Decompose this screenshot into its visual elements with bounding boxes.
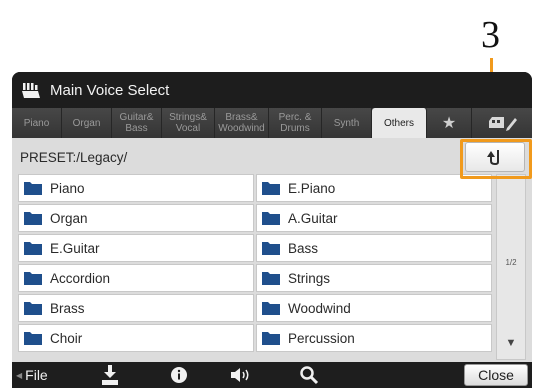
current-path: PRESET:/Legacy/ bbox=[20, 149, 128, 165]
info-icon bbox=[171, 367, 187, 383]
folder-label: Strings bbox=[288, 270, 331, 286]
folder-label: Percussion bbox=[288, 330, 355, 346]
tab-brass-woodwind[interactable]: Brass& Woodwind bbox=[215, 108, 269, 138]
folder-icon bbox=[24, 332, 42, 345]
keyboard-icon bbox=[22, 83, 40, 98]
close-button[interactable]: Close bbox=[464, 364, 528, 386]
folder-icon bbox=[24, 272, 42, 285]
folder-label: A.Guitar bbox=[288, 210, 338, 226]
folder-label: Woodwind bbox=[288, 300, 351, 316]
tab-piano[interactable]: Piano bbox=[12, 108, 62, 138]
page-scrollbar[interactable]: 1/2 ▼ bbox=[496, 174, 526, 360]
folder-label: E.Piano bbox=[288, 180, 336, 196]
bottom-toolbar: ◀ File Close bbox=[12, 362, 532, 388]
folder-item-woodwind[interactable]: Woodwind bbox=[256, 294, 492, 322]
folder-label: E.Guitar bbox=[50, 240, 100, 256]
title-bar: Main Voice Select bbox=[12, 72, 532, 108]
category-tabs: Piano Organ Guitar& Bass Strings& Vocal … bbox=[12, 108, 532, 138]
up-folder-button[interactable] bbox=[465, 142, 525, 172]
browser-content: PRESET:/Legacy/ Piano E.Piano Organ A.Gu… bbox=[12, 138, 532, 362]
info-button[interactable] bbox=[170, 362, 188, 388]
folder-icon bbox=[24, 182, 42, 195]
tab-synth[interactable]: Synth bbox=[322, 108, 372, 138]
folder-label: Bass bbox=[288, 240, 319, 256]
callout-number: 3 bbox=[481, 14, 500, 56]
file-label: File bbox=[25, 367, 48, 383]
speaker-icon bbox=[231, 368, 249, 382]
folder-icon bbox=[262, 332, 280, 345]
folder-label: Piano bbox=[50, 180, 85, 196]
folder-icon bbox=[262, 272, 280, 285]
folder-icon bbox=[262, 182, 280, 195]
search-button[interactable] bbox=[299, 362, 319, 388]
folder-item-organ[interactable]: Organ bbox=[18, 204, 254, 232]
window-title: Main Voice Select bbox=[50, 81, 170, 99]
tab-user[interactable] bbox=[472, 108, 532, 138]
folder-icon bbox=[24, 302, 42, 315]
tab-perc-drums[interactable]: Perc. & Drums bbox=[269, 108, 322, 138]
tab-strings-vocal[interactable]: Strings& Vocal bbox=[162, 108, 215, 138]
chevron-left-icon: ◀ bbox=[16, 370, 23, 380]
folder-icon bbox=[24, 242, 42, 255]
folder-item-a-guitar[interactable]: A.Guitar bbox=[256, 204, 492, 232]
tab-others[interactable]: Others bbox=[372, 108, 427, 138]
file-button[interactable]: ◀ File bbox=[16, 362, 48, 388]
download-save-icon bbox=[102, 365, 118, 385]
folder-icon bbox=[24, 212, 42, 225]
tab-favorite[interactable]: ★ bbox=[427, 108, 472, 138]
folder-icon bbox=[262, 302, 280, 315]
save-button[interactable] bbox=[100, 362, 120, 388]
folder-item-choir[interactable]: Choir bbox=[18, 324, 254, 352]
volume-button[interactable] bbox=[230, 362, 254, 388]
folder-item-accordion[interactable]: Accordion bbox=[18, 264, 254, 292]
folder-item-piano[interactable]: Piano bbox=[18, 174, 254, 202]
folder-grid: Piano E.Piano Organ A.Guitar E.Guitar Ba… bbox=[18, 174, 492, 362]
tab-guitar-bass[interactable]: Guitar& Bass bbox=[112, 108, 162, 138]
folder-label: Choir bbox=[50, 330, 83, 346]
folder-item-e-guitar[interactable]: E.Guitar bbox=[18, 234, 254, 262]
user-edit-icon bbox=[489, 117, 517, 131]
search-icon bbox=[300, 366, 319, 385]
tab-organ[interactable]: Organ bbox=[62, 108, 112, 138]
folder-icon bbox=[262, 212, 280, 225]
folder-item-e-piano[interactable]: E.Piano bbox=[256, 174, 492, 202]
star-icon: ★ bbox=[441, 114, 457, 132]
folder-item-strings[interactable]: Strings bbox=[256, 264, 492, 292]
folder-icon bbox=[262, 242, 280, 255]
folder-item-percussion[interactable]: Percussion bbox=[256, 324, 492, 352]
page-down-icon[interactable]: ▼ bbox=[497, 337, 525, 349]
return-arrow-icon bbox=[487, 150, 499, 166]
folder-item-bass[interactable]: Bass bbox=[256, 234, 492, 262]
page-indicator: 1/2 bbox=[505, 258, 517, 267]
folder-label: Accordion bbox=[50, 270, 111, 286]
voice-select-window: Main Voice Select Piano Organ Guitar& Ba… bbox=[12, 72, 532, 388]
folder-label: Organ bbox=[50, 210, 88, 226]
folder-label: Brass bbox=[50, 300, 85, 316]
folder-item-brass[interactable]: Brass bbox=[18, 294, 254, 322]
